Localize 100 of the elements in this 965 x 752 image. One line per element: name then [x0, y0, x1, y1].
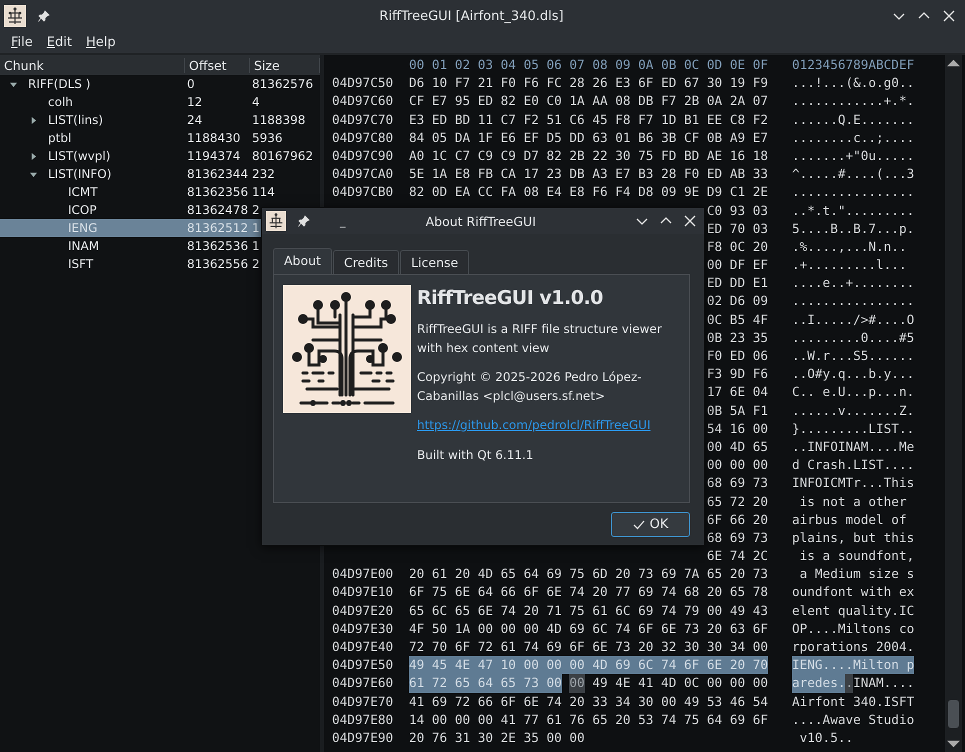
chunk-name: LIST(INFO) — [48, 167, 112, 181]
hex-bytes: 17 6E 04 — [706, 383, 768, 402]
app-heading: RiffTreeGUI v1.0.0 — [417, 287, 604, 309]
tree-row[interactable]: LIST(lins) 24 1188398 — [0, 111, 320, 129]
ascii-text: . — [845, 674, 854, 693]
tree-row[interactable]: colh 12 4 — [0, 93, 320, 111]
ascii-text: ..*.t."......... — [792, 202, 914, 220]
ascii-text: rporations 2004. — [792, 638, 914, 656]
ascii-text: plains, but this — [792, 528, 914, 547]
hex-bytes: 20 76 31 30 2E 35 00 00 — [409, 728, 585, 747]
scroll-thumb[interactable] — [948, 700, 959, 728]
offset-cell: 24 — [187, 113, 202, 127]
hex-bytes: 0C B5 4F — [706, 310, 768, 329]
tab[interactable]: Credits — [332, 250, 400, 274]
tree-row[interactable]: LIST(wvpl) 1194374 80167962 — [0, 147, 320, 165]
hex-bytes: E3 ED BD 11 C7 F2 51 C6 45 F8 F7 1D B1 EE C8 F2 — [409, 110, 768, 129]
hex-bytes: 5E 1A E8 FB CA 17 23 DB A3 E7 B3 28 F0 ED AB 33 — [409, 165, 768, 184]
ascii-text: ......Q.E....... — [792, 110, 914, 129]
close-icon[interactable] — [684, 215, 696, 227]
pin-icon[interactable] — [38, 10, 50, 22]
menu-item[interactable]: File — [6, 35, 38, 50]
hex-bytes: A0 1C C7 C9 C9 D7 82 2B 22 30 75 FD BD AE 16 18 — [409, 146, 768, 165]
hex-bytes: C0 93 03 — [706, 202, 768, 220]
tab[interactable]: License — [400, 250, 470, 274]
tree-row[interactable]: ptbl 1188430 5936 — [0, 129, 320, 147]
tree-row[interactable]: RIFF(DLS ) 0 81362576 — [0, 75, 320, 93]
offset-label: 04D97E00 — [332, 565, 393, 584]
ascii-text: INFOICMTr...This — [792, 474, 914, 492]
hex-bytes: 82 0D EA CC FA 08 E4 E8 F6 F4 D8 09 9E D9 C1 2E — [409, 183, 768, 202]
hex-bytes: F8 0C 20 — [706, 238, 768, 256]
pin-icon[interactable] — [298, 215, 310, 227]
ascii-text: OP....Miltons co — [792, 620, 914, 638]
hex-bytes: 6E 74 2C — [706, 547, 768, 566]
offset-cell: 1188430 — [187, 131, 240, 145]
ascii-text: ..W.r...S5...... — [792, 347, 914, 365]
offset-cell: 81362556 — [187, 257, 248, 271]
hex-bytes: ED 70 03 — [706, 220, 768, 238]
size-cell: 81362576 — [252, 77, 314, 91]
hex-bytes: 65 72 20 — [706, 492, 768, 510]
hex-bytes: 00 00 00 — [706, 456, 768, 474]
ascii-text: .%....,...N.n.. — [792, 238, 907, 256]
chunk-name: RIFF(DLS ) — [28, 77, 90, 91]
chunk-name: colh — [48, 95, 73, 109]
collapse-arrow-icon[interactable] — [30, 170, 37, 178]
menu-item[interactable]: Help — [80, 35, 121, 50]
offset-label: 04D97E30 — [332, 620, 393, 638]
size-cell: 2 — [252, 257, 260, 271]
column-header[interactable]: Chunk — [0, 58, 185, 72]
close-icon[interactable] — [943, 10, 955, 22]
hex-bytes: D6 10 F7 21 F0 F6 FC 28 26 E3 6F ED 67 30 19 F9 — [409, 74, 768, 92]
ascii-text: }.........LIST.. — [792, 420, 914, 438]
hex-bytes: 00 — [569, 674, 585, 693]
offset-cell: 1194374 — [187, 149, 240, 163]
hex-bytes: 4F 50 1A 00 00 00 4D 69 6C 74 6F 6E 73 20 63 6F — [409, 620, 768, 638]
expand-arrow-icon[interactable] — [30, 116, 37, 124]
ascii-text: aredes. — [792, 674, 846, 693]
column-header[interactable]: Size — [250, 58, 320, 72]
hex-bytes: 02 D6 09 — [706, 292, 768, 310]
chunk-name: LIST(wvpl) — [48, 149, 110, 163]
menu-item[interactable]: Edit — [42, 35, 77, 50]
ascii-text: ....e..+........ — [792, 274, 914, 292]
hex-bytes: 20 61 20 4D 65 64 69 75 6D 20 73 69 7A 65 20 73 — [409, 565, 768, 584]
ok-button[interactable]: OK — [611, 512, 690, 537]
tree-row[interactable]: ICMT 81362356 114 — [0, 183, 320, 201]
offset-label: 04D97CB0 — [332, 183, 393, 202]
column-header: 00 01 02 03 04 05 06 07 08 09 0A 0B 0C 0D 0E 0F — [409, 56, 768, 74]
scrollbar[interactable] — [945, 55, 962, 752]
hex-bytes: 49 4E 41 4D 0C 00 00 00 — [592, 674, 768, 692]
offset-label: 04D97C50 — [332, 74, 393, 92]
hex-bytes: 68 69 73 — [706, 474, 768, 492]
ascii-text: ................ — [792, 183, 914, 202]
column-header[interactable]: Offset — [185, 58, 250, 72]
size-cell: 1 — [252, 239, 260, 253]
offset-label: 04D97E70 — [332, 692, 393, 711]
hex-bytes: CF E7 95 ED 82 E0 C0 1A AA 08 DB F7 2B 0A 2A 07 — [409, 92, 768, 110]
tree-row[interactable]: LIST(INFO) 81362344 232 — [0, 165, 320, 183]
offset-label: 04D97E20 — [332, 602, 393, 620]
size-cell: 1188398 — [252, 113, 306, 127]
hex-bytes: 00 DF EF — [706, 256, 768, 274]
ascii-text: ..O#y.q...b.y... — [792, 365, 914, 384]
hex-bytes: 00 4D 65 — [706, 438, 768, 456]
repository-link[interactable]: https://github.com/pedrolcl/RiffTreeGUI — [417, 416, 681, 434]
size-cell: 232 — [252, 167, 275, 181]
offset-cell: 0 — [187, 77, 195, 91]
chunk-name: IENG — [68, 221, 98, 235]
hex-bytes: 65 6C 65 6E 74 20 71 75 61 6C 69 74 79 00 49 43 — [409, 602, 768, 620]
ascii-text: is a soundfont, — [798, 547, 914, 566]
ascii-text: airbus model of — [792, 510, 907, 529]
column-header: 0123456789ABCDEF — [792, 56, 914, 74]
copyright-text: Copyright © 2025-2026 Pedro López-Cabanillas <plcl@users.sf.net> — [417, 369, 643, 404]
ascii-text: Airfont 340.ISFT — [792, 692, 914, 711]
hex-bytes: 49 45 4E 47 10 00 00 00 4D 69 6C 74 6F 6E 20 70 — [409, 656, 768, 674]
ascii-text: a Medium size s — [798, 565, 914, 584]
expand-arrow-icon[interactable] — [30, 152, 37, 160]
hex-bytes: 54 16 00 — [706, 420, 768, 438]
tab[interactable]: About — [273, 248, 332, 274]
offset-cell: 81362536 — [187, 239, 248, 253]
hex-bytes: 6F 66 20 — [706, 510, 768, 529]
collapse-arrow-icon[interactable] — [10, 80, 17, 88]
chunk-name: LIST(lins) — [48, 113, 104, 127]
